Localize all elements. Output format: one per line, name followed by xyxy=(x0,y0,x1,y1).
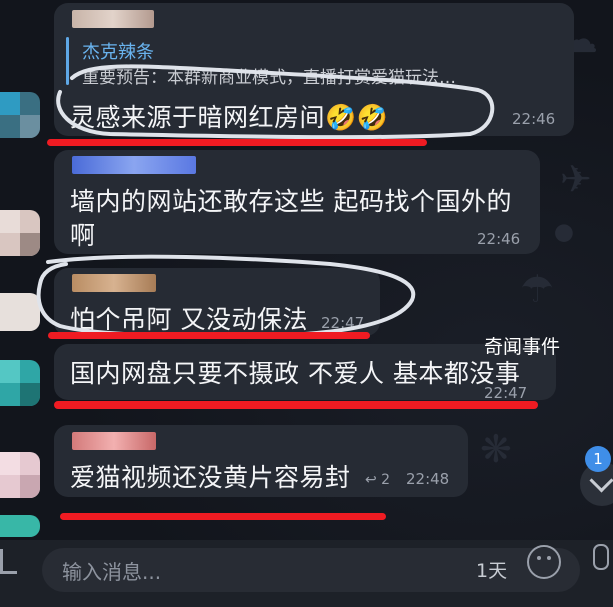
auto-delete-timer[interactable]: 1天 xyxy=(476,556,507,583)
annotation-underline xyxy=(60,513,386,520)
annotation-underline xyxy=(47,139,427,146)
attach-icon[interactable] xyxy=(0,549,17,574)
annotation-circle xyxy=(36,254,416,339)
emoji-icon[interactable] xyxy=(527,545,561,579)
watermark: 奇闻事件 xyxy=(484,336,561,358)
annotation-underline xyxy=(48,332,370,339)
message-input-placeholder[interactable]: 输入消息... xyxy=(62,556,161,585)
annotation-underline xyxy=(54,401,538,409)
mic-icon[interactable] xyxy=(593,544,609,570)
annotation-circle xyxy=(56,64,495,140)
unread-badge[interactable]: 1 xyxy=(585,446,611,472)
